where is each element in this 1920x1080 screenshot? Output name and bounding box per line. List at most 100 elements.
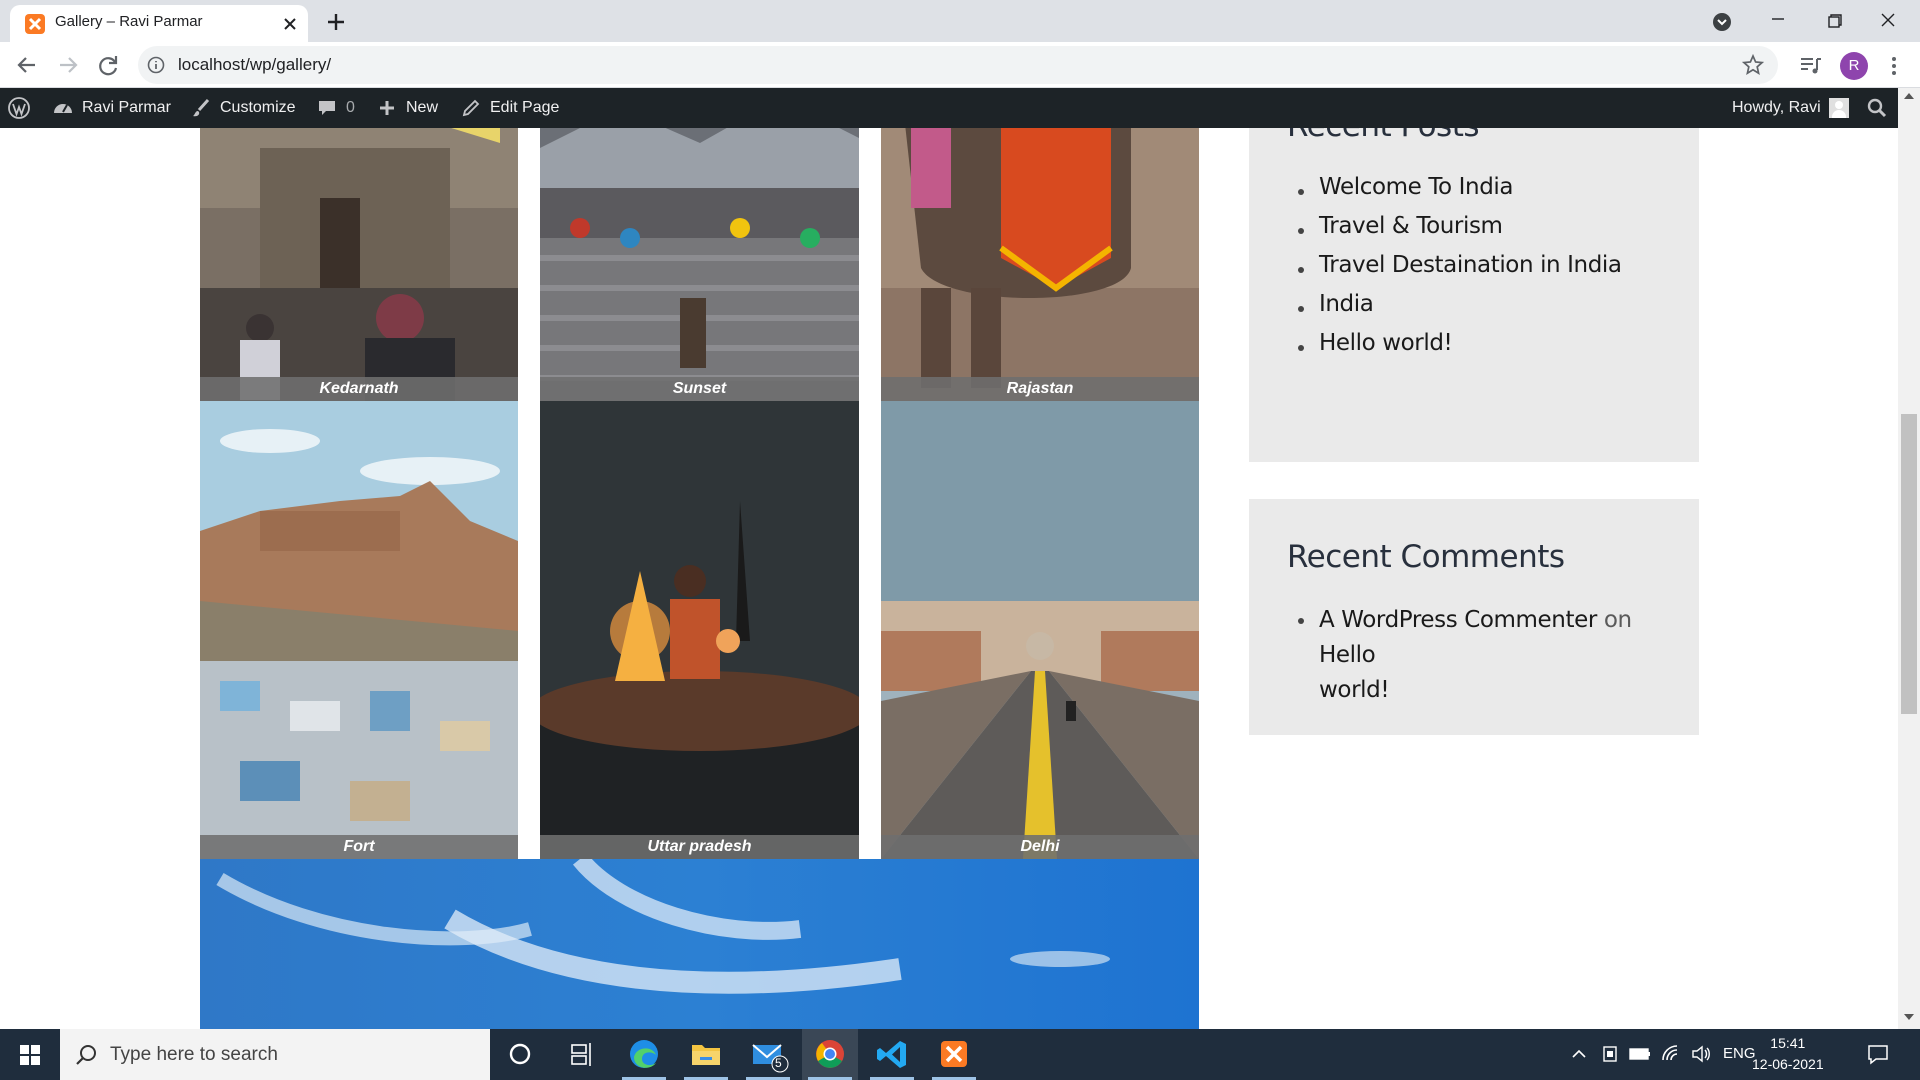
gallery-image: [200, 859, 1199, 1029]
gallery-caption: Kedarnath: [200, 377, 518, 401]
show-hidden-icons-chevron-icon[interactable]: [1570, 1043, 1588, 1065]
gallery-caption: Fort: [200, 835, 518, 859]
gallery-item[interactable]: Kedarnath: [200, 128, 518, 401]
new-content-menu[interactable]: New: [376, 88, 438, 128]
windows-start-icon[interactable]: [0, 1029, 60, 1080]
vscode-icon[interactable]: [864, 1029, 920, 1080]
search-placeholder: Type here to search: [110, 1044, 278, 1065]
bookmark-star-icon[interactable]: [1742, 54, 1764, 76]
site-info-icon[interactable]: [146, 55, 166, 75]
howdy-text: Howdy, Ravi: [1732, 99, 1821, 116]
edit-page-link[interactable]: Edit Page: [460, 88, 559, 128]
task-view-icon[interactable]: [554, 1029, 610, 1080]
site-name-menu[interactable]: Ravi Parmar: [52, 88, 171, 128]
gallery-item[interactable]: Sunset: [540, 128, 859, 401]
battery-icon[interactable]: [1628, 1043, 1652, 1065]
customize-label: Customize: [220, 99, 296, 116]
browser-toolbar: localhost/wp/gallery/ R: [0, 42, 1920, 88]
gallery-image: [540, 401, 859, 859]
gallery-item[interactable]: Uttar pradesh: [540, 401, 859, 859]
recent-posts-widget: Recent Posts Welcome To India Travel & T…: [1249, 128, 1699, 462]
chrome-menu-icon[interactable]: [1884, 52, 1904, 80]
list-item[interactable]: Travel & Tourism: [1285, 213, 1622, 239]
gallery-image: [200, 401, 518, 859]
scrollbar-thumb[interactable]: [1901, 414, 1917, 714]
wp-admin-bar: Ravi Parmar Customize 0 New Edit Page Ho…: [0, 88, 1898, 128]
device-icon[interactable]: [1600, 1043, 1620, 1065]
gallery-caption: Rajastan: [881, 377, 1199, 401]
gallery-image: [881, 401, 1199, 859]
list-item[interactable]: India: [1285, 291, 1622, 317]
mail-badge-count: 5: [775, 1056, 782, 1070]
gallery-image: [200, 128, 518, 401]
close-window-icon[interactable]: [1870, 6, 1906, 36]
notification-icon[interactable]: [1866, 1042, 1890, 1066]
xampp-icon[interactable]: [926, 1029, 982, 1080]
plus-icon: [380, 101, 394, 115]
volume-icon[interactable]: [1690, 1043, 1712, 1065]
recent-comments-list: A WordPress Commenter on Hello world!: [1285, 603, 1665, 708]
edge-browser-icon[interactable]: [616, 1029, 672, 1080]
language-indicator[interactable]: ENG: [1723, 1045, 1756, 1062]
forward-icon[interactable]: [52, 49, 84, 81]
comments-count: 0: [346, 99, 355, 116]
reload-icon[interactable]: [92, 49, 124, 81]
browser-tab[interactable]: Gallery – Ravi Parmar: [10, 5, 308, 42]
media-control-icon[interactable]: [1798, 53, 1824, 79]
wordpress-logo-icon[interactable]: [8, 88, 30, 128]
scroll-down-arrow-icon[interactable]: [1903, 1013, 1915, 1021]
restore-window-icon[interactable]: [1816, 6, 1852, 36]
new-label: New: [406, 99, 439, 116]
gallery-item[interactable]: Delhi: [881, 401, 1199, 859]
close-tab-icon[interactable]: [280, 14, 300, 34]
wifi-icon[interactable]: [1660, 1043, 1682, 1065]
gallery-caption: Sunset: [540, 377, 859, 401]
customize-link[interactable]: Customize: [190, 88, 296, 128]
edit-page-label: Edit Page: [490, 99, 560, 116]
gallery-item[interactable]: Rajastan: [881, 128, 1199, 401]
recent-comments-title: Recent Comments: [1287, 539, 1565, 575]
file-explorer-icon[interactable]: [678, 1029, 734, 1080]
gallery-caption: Delhi: [881, 835, 1199, 859]
address-bar[interactable]: localhost/wp/gallery/: [138, 46, 1778, 84]
list-item[interactable]: Travel Destaination in India: [1285, 252, 1622, 278]
chrome-icon[interactable]: [802, 1029, 858, 1080]
admin-search-icon[interactable]: [1866, 88, 1888, 128]
minimize-icon[interactable]: [1760, 6, 1796, 36]
gallery-caption: Uttar pradesh: [540, 835, 859, 859]
my-account-menu[interactable]: Howdy, Ravi: [1732, 88, 1849, 128]
comment-author-link[interactable]: A WordPress Commenter: [1319, 607, 1597, 633]
list-item: A WordPress Commenter on Hello world!: [1285, 603, 1665, 708]
recent-posts-title: Recent Posts: [1287, 128, 1480, 144]
browser-tab-strip: Gallery – Ravi Parmar: [0, 0, 1920, 42]
pencil-icon: [462, 99, 480, 117]
recent-comments-widget: Recent Comments A WordPress Commenter on…: [1249, 499, 1699, 735]
taskbar-search-box[interactable]: Type here to search: [60, 1029, 490, 1080]
gallery-image: [540, 128, 859, 401]
gallery-item[interactable]: [200, 859, 1199, 1029]
site-name: Ravi Parmar: [82, 99, 171, 116]
comment-post-link[interactable]: Hello world!: [1319, 642, 1390, 703]
page-content: Kedarnath Sunset Rajastan Fort Uttar pra…: [0, 128, 1898, 1029]
gallery-item[interactable]: Fort: [200, 401, 518, 859]
user-avatar: [1828, 98, 1849, 118]
taskbar-clock[interactable]: 15:41 12-06-2021: [1752, 1033, 1824, 1075]
back-icon[interactable]: [11, 49, 43, 81]
comments-link[interactable]: 0: [316, 88, 355, 128]
profile-avatar[interactable]: R: [1840, 52, 1868, 80]
comment-connector: on: [1603, 607, 1632, 633]
recent-posts-list: Welcome To India Travel & Tourism Travel…: [1285, 174, 1622, 356]
mail-icon[interactable]: 5: [740, 1029, 796, 1080]
windows-taskbar: Type here to search 5 ENG 15:41 12-06-20…: [0, 1029, 1920, 1080]
cortana-icon[interactable]: [492, 1029, 548, 1080]
new-tab-icon[interactable]: [324, 10, 348, 34]
page-scrollbar[interactable]: [1898, 88, 1920, 1029]
tab-search-icon[interactable]: [1710, 10, 1734, 34]
xampp-favicon-icon: [25, 14, 45, 34]
list-item[interactable]: Welcome To India: [1285, 174, 1622, 200]
list-item[interactable]: Hello world!: [1285, 330, 1622, 356]
url-text[interactable]: localhost/wp/gallery/: [178, 55, 331, 75]
gallery-image: [881, 128, 1199, 401]
scroll-up-arrow-icon[interactable]: [1903, 92, 1915, 100]
search-icon: [74, 1043, 98, 1067]
